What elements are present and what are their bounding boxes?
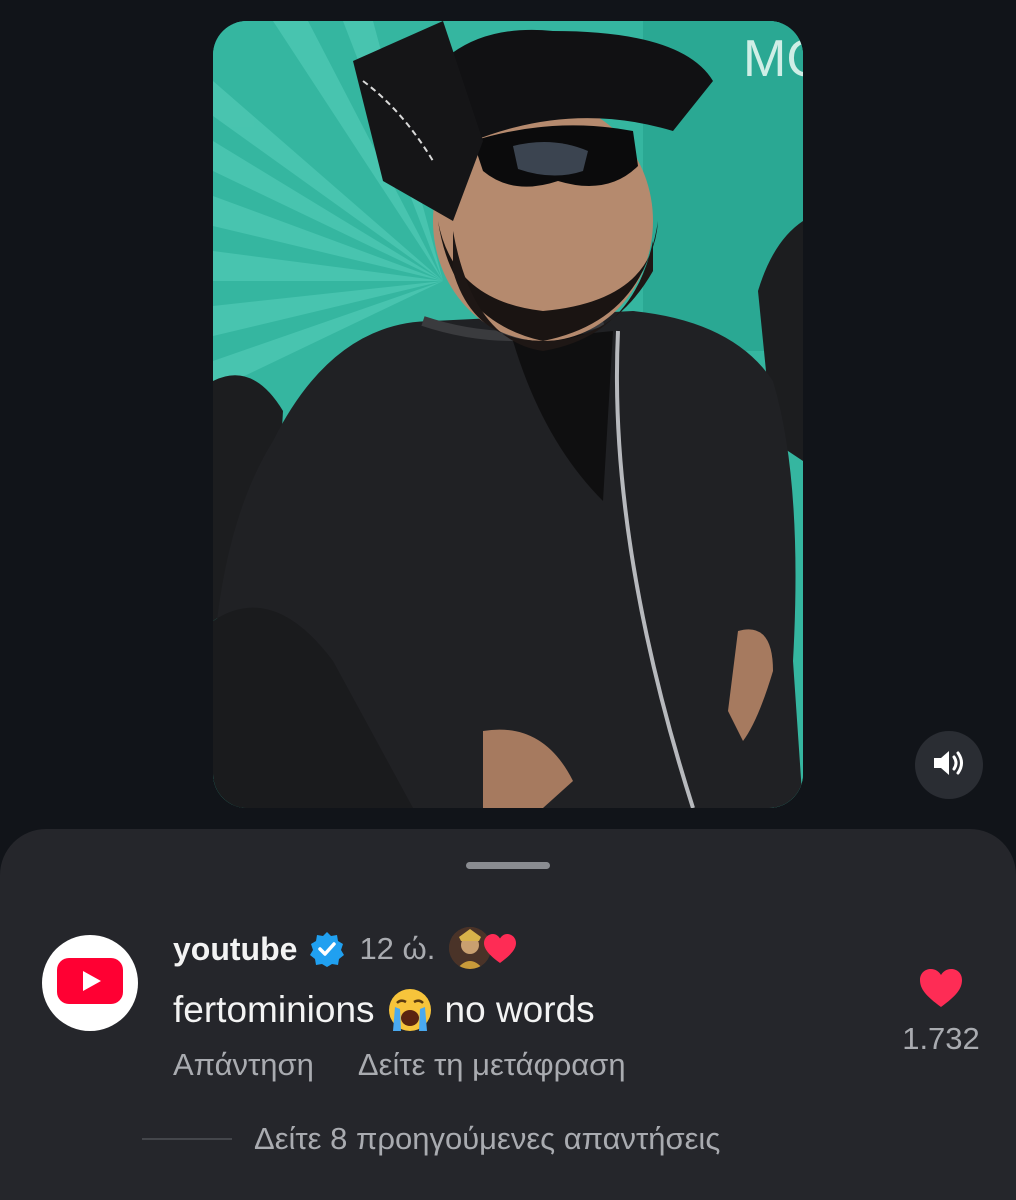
like-heart-icon[interactable] (918, 967, 964, 1009)
view-previous-replies-button[interactable]: Δείτε 8 προηγούμενες απαντήσεις (254, 1121, 720, 1157)
comment-header: youtube 12 ώ. (173, 927, 519, 971)
like-count: 1.732 (902, 1021, 980, 1056)
loudly-crying-face-icon (387, 987, 433, 1033)
verified-badge-icon (309, 931, 345, 967)
video-player[interactable]: MC (213, 21, 803, 808)
youtube-logo-icon (57, 957, 123, 1009)
comment-actions: Απάντηση Δείτε τη μετάφραση (173, 1047, 626, 1083)
creator-heart-icon (483, 933, 517, 965)
sheet-drag-handle[interactable] (466, 862, 550, 869)
svg-text:MC: MC (743, 30, 803, 88)
speaker-volume-icon (932, 748, 966, 783)
reply-button[interactable]: Απάντηση (173, 1047, 314, 1083)
see-translation-button[interactable]: Δείτε τη μετάφραση (358, 1047, 626, 1083)
comment-text-part2: no words (444, 989, 595, 1030)
comment-text: fertominions no words (173, 987, 595, 1033)
comment-like: 1.732 (896, 967, 986, 1057)
creator-liked-badge (449, 927, 519, 971)
comment-text-part1: fertominions (173, 989, 375, 1030)
mute-button[interactable] (915, 731, 983, 799)
commenter-avatar[interactable] (42, 935, 138, 1031)
comments-sheet: youtube 12 ώ. fertominions no words Απάν… (0, 829, 1016, 1200)
replies-divider (142, 1138, 232, 1140)
comment-username[interactable]: youtube (173, 931, 297, 968)
comment-time: 12 ώ. (359, 931, 436, 966)
video-frame-image: MC (213, 21, 803, 808)
video-area: MC (0, 0, 1016, 830)
